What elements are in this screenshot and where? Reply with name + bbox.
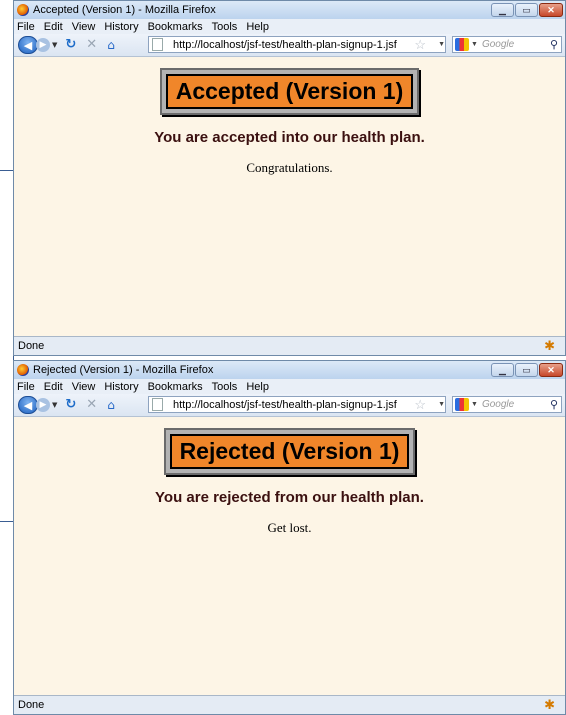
url-text[interactable]: http://localhost/jsf-test/health-plan-si… (173, 399, 414, 411)
search-engine-dropdown-icon[interactable]: ▼ (471, 401, 478, 408)
status-text: Done (18, 699, 45, 711)
page-heading-banner: Rejected (Version 1) (163, 428, 416, 475)
window-controls: ▁ ▭ ✕ (491, 3, 563, 17)
result-subtext: Congratulations. (246, 160, 333, 175)
search-bar[interactable]: ▼ Google ⚲ (452, 396, 562, 413)
minimize-button[interactable]: ▁ (491, 3, 514, 17)
navigation-toolbar: ◀ ▶ ▼ ↻ ✕ ⌂ http://localhost/jsf-test/he… (14, 34, 565, 57)
search-placeholder[interactable]: Google (482, 399, 550, 410)
search-placeholder[interactable]: Google (482, 39, 550, 50)
home-icon[interactable]: ⌂ (107, 396, 115, 414)
window-title: Rejected (Version 1) - Mozilla Firefox (33, 364, 214, 376)
home-icon[interactable]: ⌂ (107, 36, 115, 54)
browser-window-rejected: Rejected (Version 1) - Mozilla Firefox ▁… (13, 360, 566, 715)
google-icon[interactable] (455, 398, 469, 411)
menu-history[interactable]: History (104, 21, 138, 33)
menu-tools[interactable]: Tools (212, 381, 238, 393)
menu-edit[interactable]: Edit (44, 21, 63, 33)
url-bar[interactable]: http://localhost/jsf-test/health-plan-si… (148, 36, 446, 53)
minimize-button[interactable]: ▁ (491, 363, 514, 377)
search-icon[interactable]: ⚲ (550, 398, 558, 411)
firebug-icon[interactable]: ✱ (544, 338, 555, 354)
url-text[interactable]: http://localhost/jsf-test/health-plan-si… (173, 39, 414, 51)
back-icon[interactable]: ◀ (18, 36, 38, 54)
page-content: Rejected (Version 1) You are rejected fr… (14, 417, 565, 695)
search-engine-dropdown-icon[interactable]: ▼ (471, 41, 478, 48)
menu-file[interactable]: File (17, 21, 35, 33)
status-bar: Done ✱ (14, 695, 565, 714)
window-controls: ▁ ▭ ✕ (491, 363, 563, 377)
menu-view[interactable]: View (72, 381, 96, 393)
menu-history[interactable]: History (104, 381, 138, 393)
status-bar: Done ✱ (14, 336, 565, 355)
stop-icon[interactable]: ✕ (86, 36, 97, 54)
bookmark-star-icon[interactable]: ☆ (414, 37, 426, 53)
menu-bookmarks[interactable]: Bookmarks (148, 381, 203, 393)
page-heading: Accepted (Version 1) (165, 74, 414, 109)
browser-window-accepted: Accepted (Version 1) - Mozilla Firefox ▁… (13, 0, 566, 356)
title-bar: Rejected (Version 1) - Mozilla Firefox ▁… (14, 361, 565, 379)
url-dropdown-icon[interactable]: ▼ (438, 41, 445, 48)
menu-help[interactable]: Help (246, 21, 269, 33)
navigation-toolbar: ◀ ▶ ▼ ↻ ✕ ⌂ http://localhost/jsf-test/he… (14, 394, 565, 417)
url-bar[interactable]: http://localhost/jsf-test/health-plan-si… (148, 396, 446, 413)
close-button[interactable]: ✕ (539, 3, 563, 17)
search-bar[interactable]: ▼ Google ⚲ (452, 36, 562, 53)
maximize-button[interactable]: ▭ (515, 363, 538, 377)
history-dropdown-icon[interactable]: ▼ (52, 41, 57, 49)
history-dropdown-icon[interactable]: ▼ (52, 401, 57, 409)
window-title: Accepted (Version 1) - Mozilla Firefox (33, 4, 216, 16)
firefox-icon (17, 364, 29, 376)
back-icon[interactable]: ◀ (18, 396, 38, 414)
result-subtext: Get lost. (267, 520, 312, 535)
menu-view[interactable]: View (72, 21, 96, 33)
result-message: You are accepted into our health plan. (154, 129, 425, 146)
maximize-button[interactable]: ▭ (515, 3, 538, 17)
page-icon (152, 398, 163, 411)
firefox-icon (17, 4, 29, 16)
search-icon[interactable]: ⚲ (550, 38, 558, 51)
reload-icon[interactable]: ↻ (65, 396, 76, 414)
menu-help[interactable]: Help (246, 381, 269, 393)
result-message: You are rejected from our health plan. (155, 489, 424, 506)
page-heading: Rejected (Version 1) (169, 434, 410, 469)
menu-file[interactable]: File (17, 381, 35, 393)
page-icon (152, 38, 163, 51)
url-dropdown-icon[interactable]: ▼ (438, 401, 445, 408)
google-icon[interactable] (455, 38, 469, 51)
page-content: Accepted (Version 1) You are accepted in… (14, 57, 565, 336)
page-heading-banner: Accepted (Version 1) (159, 68, 420, 115)
close-button[interactable]: ✕ (539, 363, 563, 377)
bookmark-star-icon[interactable]: ☆ (414, 397, 426, 413)
stop-icon[interactable]: ✕ (86, 396, 97, 414)
reload-icon[interactable]: ↻ (65, 36, 76, 54)
title-bar: Accepted (Version 1) - Mozilla Firefox ▁… (14, 1, 565, 19)
menu-bar: File Edit View History Bookmarks Tools H… (14, 379, 565, 394)
menu-tools[interactable]: Tools (212, 21, 238, 33)
forward-icon[interactable]: ▶ (36, 398, 50, 412)
menu-bookmarks[interactable]: Bookmarks (148, 21, 203, 33)
status-text: Done (18, 340, 45, 352)
firebug-icon[interactable]: ✱ (544, 697, 555, 713)
forward-icon[interactable]: ▶ (36, 38, 50, 52)
menu-edit[interactable]: Edit (44, 381, 63, 393)
background-window-edge (0, 170, 14, 522)
menu-bar: File Edit View History Bookmarks Tools H… (14, 19, 565, 34)
